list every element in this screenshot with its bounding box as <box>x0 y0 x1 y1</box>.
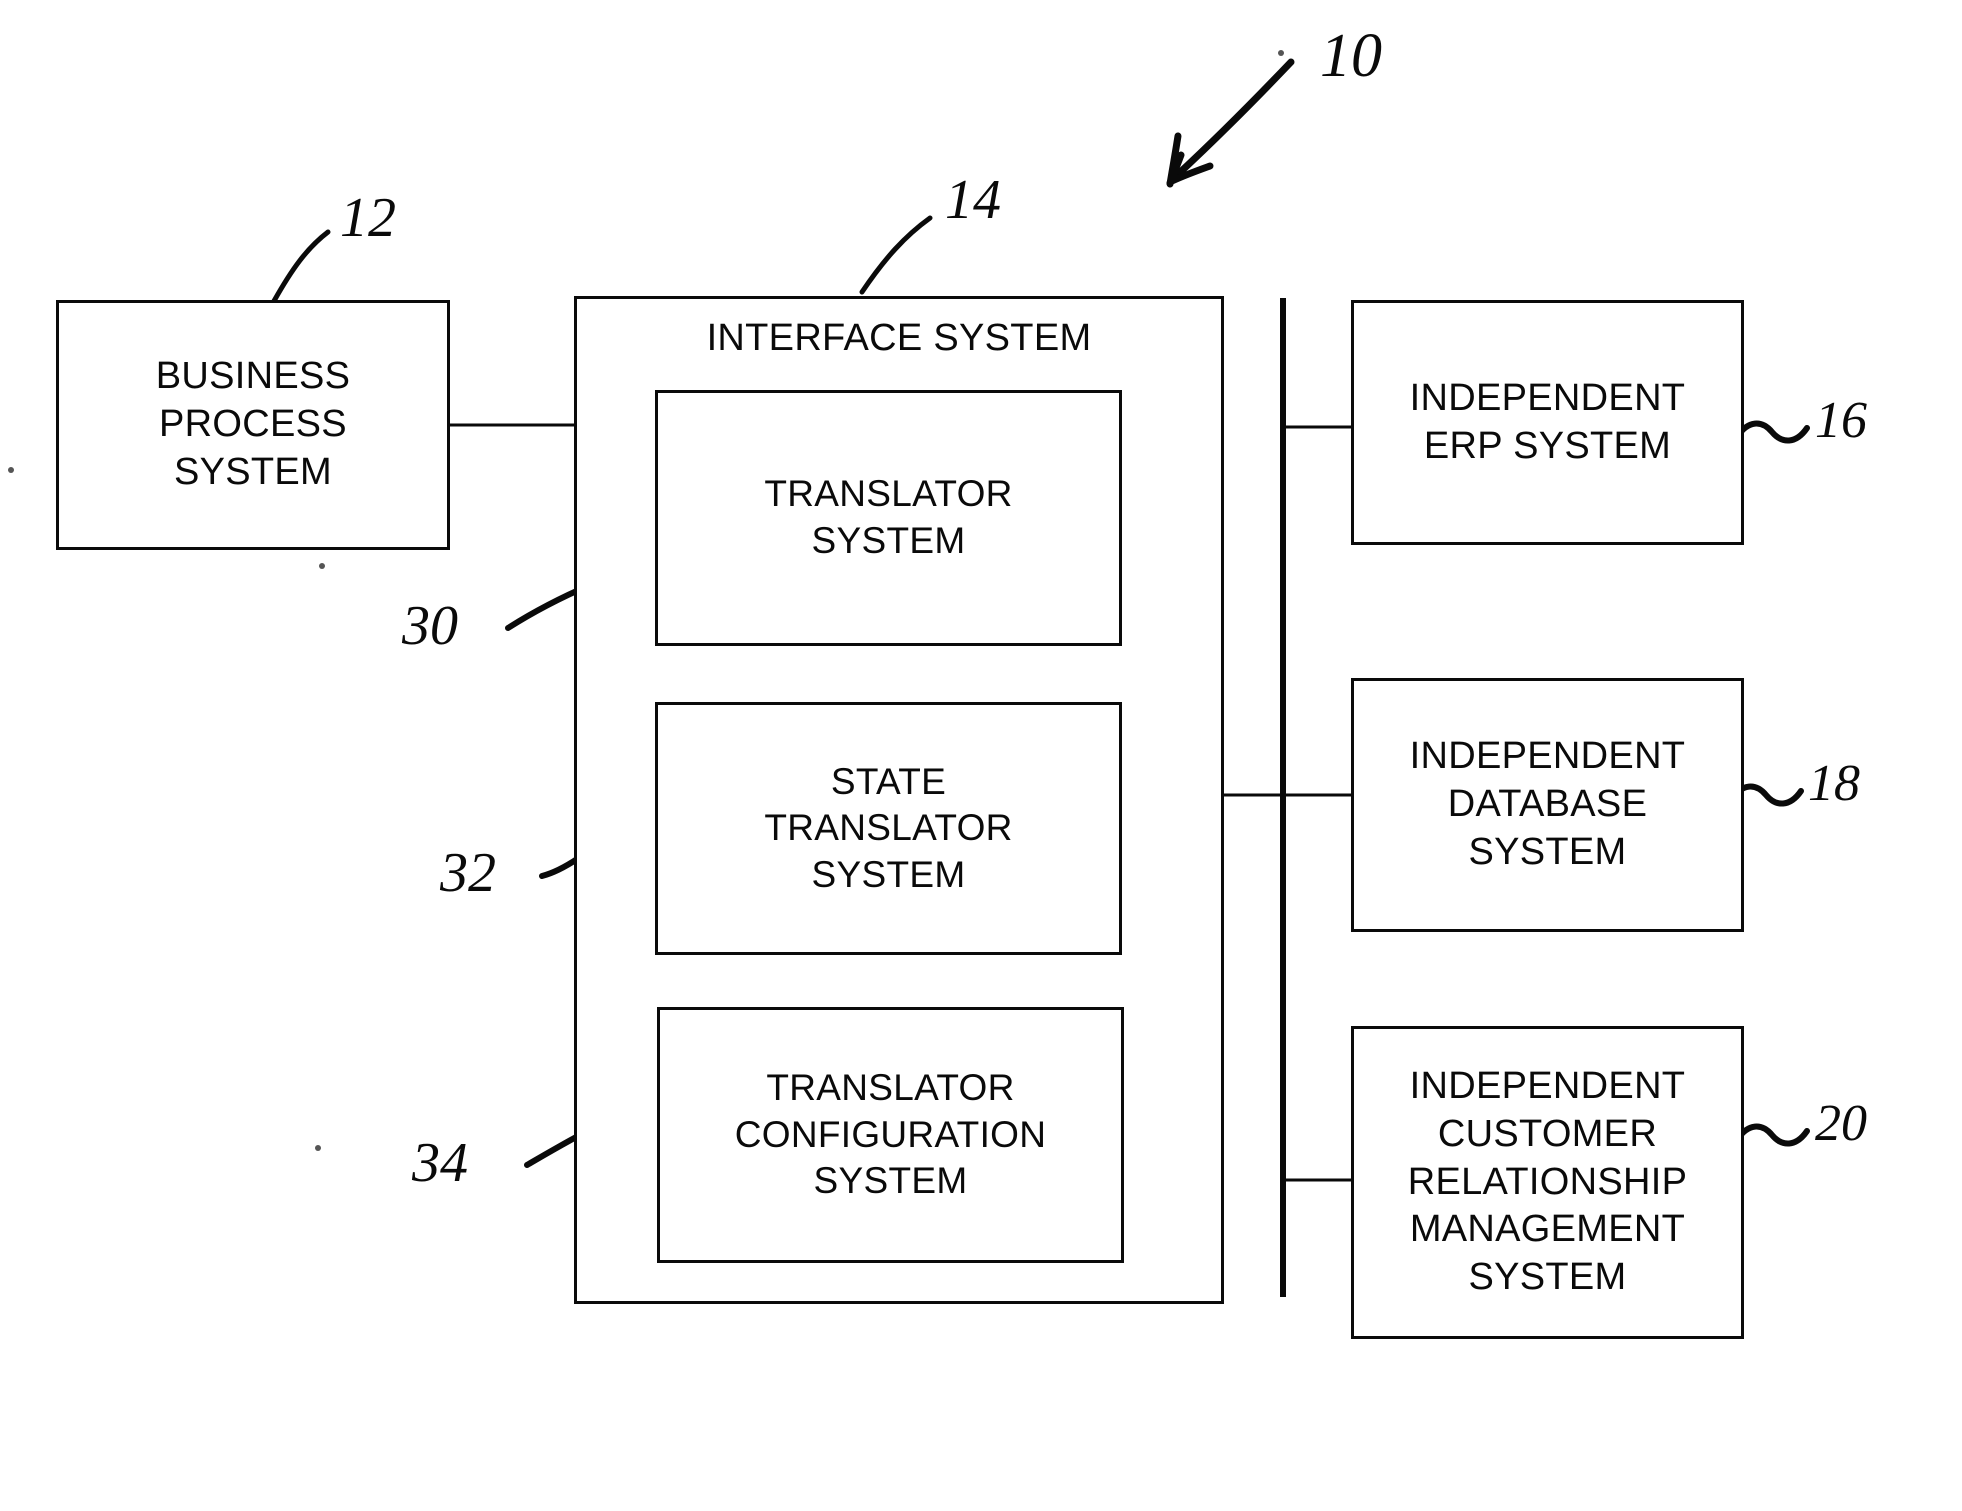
state-translator-system-label: STATE TRANSLATOR SYSTEM <box>764 760 1013 895</box>
patent-figure-canvas: 12 14 10 30 32 34 16 18 20 BUSINESS PROC… <box>0 0 1962 1511</box>
scan-speck <box>315 1145 321 1151</box>
business-process-system-box[interactable]: BUSINESS PROCESS SYSTEM <box>56 300 450 550</box>
reference-numeral-34: 34 <box>412 1132 468 1194</box>
scan-speck <box>1278 50 1284 56</box>
independent-database-system-label: INDEPENDENT DATABASE SYSTEM <box>1409 735 1686 873</box>
translator-system-label: TRANSLATOR SYSTEM <box>764 473 1013 561</box>
reference-numeral-20: 20 <box>1815 1095 1867 1152</box>
independent-database-system-box[interactable]: INDEPENDENT DATABASE SYSTEM <box>1351 678 1744 932</box>
translator-configuration-system-label: TRANSLATOR CONFIGURATION SYSTEM <box>734 1067 1047 1202</box>
independent-erp-system-box[interactable]: INDEPENDENT ERP SYSTEM <box>1351 300 1744 545</box>
reference-numeral-32: 32 <box>440 842 496 904</box>
translator-configuration-system-box[interactable]: TRANSLATOR CONFIGURATION SYSTEM <box>657 1007 1124 1263</box>
independent-crm-system-label: INDEPENDENT CUSTOMER RELATIONSHIP MANAGE… <box>1407 1064 1688 1299</box>
scan-speck <box>8 467 14 473</box>
interface-system-title: INTERFACE SYSTEM <box>706 317 1092 359</box>
figure-10-arrow <box>1166 58 1295 188</box>
leader-line-20 <box>1734 1123 1810 1147</box>
scan-speck <box>319 563 325 569</box>
business-process-system-label: BUSINESS PROCESS SYSTEM <box>155 355 351 493</box>
independent-erp-system-label: INDEPENDENT ERP SYSTEM <box>1409 376 1686 467</box>
leader-line-16 <box>1734 420 1810 444</box>
reference-numeral-12: 12 <box>340 187 396 249</box>
leader-line-14 <box>859 215 933 295</box>
reference-numeral-16: 16 <box>1815 392 1867 449</box>
translator-system-box[interactable]: TRANSLATOR SYSTEM <box>655 390 1122 646</box>
reference-numeral-14: 14 <box>945 169 1001 231</box>
independent-crm-system-box[interactable]: INDEPENDENT CUSTOMER RELATIONSHIP MANAGE… <box>1351 1026 1744 1339</box>
reference-numeral-30: 30 <box>402 595 458 657</box>
state-translator-system-box[interactable]: STATE TRANSLATOR SYSTEM <box>655 702 1122 955</box>
leader-line-12 <box>271 229 331 304</box>
reference-numeral-10: 10 <box>1320 22 1382 90</box>
reference-numeral-18: 18 <box>1808 755 1860 812</box>
